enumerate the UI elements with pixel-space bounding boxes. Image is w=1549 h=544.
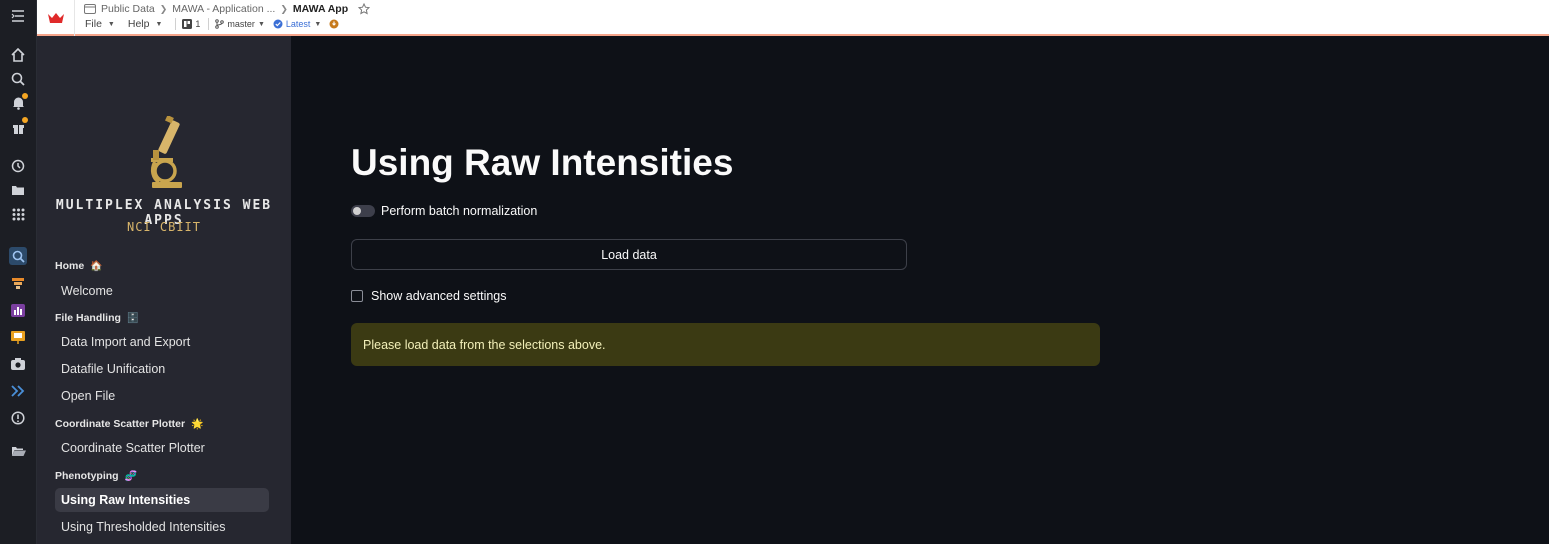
chevrons-tool-icon[interactable] — [9, 382, 27, 400]
star-burst-icon: 🌟 — [191, 418, 204, 430]
app-logo[interactable] — [37, 0, 75, 36]
file-menu-label: File — [85, 18, 102, 30]
chevron-right-icon: ❯ — [159, 3, 168, 14]
history-icon[interactable] — [9, 157, 27, 175]
version-label: Latest — [285, 19, 311, 29]
caret-down-icon: ▼ — [155, 20, 163, 28]
crown-logo-icon — [47, 13, 64, 23]
caret-down-icon: ▼ — [314, 20, 322, 28]
sidebar: MULTIPLEX ANALYSIS WEB APPS NCI CBIIT Ho… — [37, 36, 291, 544]
file-menu[interactable]: File ▼ — [85, 18, 115, 30]
fork-count-value: 1 — [195, 19, 201, 29]
file-cabinet-icon: 🗄️ — [126, 312, 140, 324]
page-title: Using Raw Intensities — [351, 142, 734, 183]
breadcrumb-public-data[interactable]: Public Data — [101, 3, 155, 15]
chart-tool-icon[interactable] — [9, 301, 27, 319]
breadcrumb-application[interactable]: MAWA - Application ... — [172, 3, 275, 15]
alert-circle-icon[interactable] — [9, 409, 27, 427]
breadcrumb: Public Data ❯ MAWA - Application ... ❯ M… — [84, 2, 371, 16]
zoom-tool-icon[interactable] — [9, 247, 27, 265]
filter-tool-icon[interactable] — [9, 274, 27, 292]
check-circle-icon — [273, 19, 283, 29]
star-icon[interactable] — [358, 3, 371, 15]
advanced-settings-checkbox[interactable] — [351, 290, 363, 302]
nav-item-open-file[interactable]: Open File — [55, 384, 269, 408]
nav-section-label: Home — [55, 260, 85, 272]
version-selector[interactable]: Latest ▼ — [273, 19, 321, 29]
nav-section-label: Phenotyping — [55, 470, 119, 482]
divider — [208, 18, 210, 30]
help-menu[interactable]: Help ▼ — [128, 18, 163, 30]
home-icon[interactable] — [9, 46, 27, 64]
checkbox-label: Show advanced settings — [371, 289, 507, 303]
nav-item-welcome[interactable]: Welcome — [55, 279, 269, 303]
notification-dot — [22, 117, 28, 123]
main-content: Using Raw Intensities Perform batch norm… — [291, 36, 1549, 544]
slideshow-tool-icon[interactable] — [9, 328, 27, 346]
fork-count[interactable]: 1 — [182, 19, 200, 29]
folder-icon[interactable] — [9, 181, 27, 199]
help-menu-label: Help — [127, 18, 150, 30]
nav-item-coordinate-scatter-plotter[interactable]: Coordinate Scatter Plotter — [55, 436, 269, 460]
top-bar: Public Data ❯ MAWA - Application ... ❯ M… — [37, 0, 1549, 36]
branch-name: master — [227, 19, 255, 29]
nav-item-data-import-export[interactable]: Data Import and Export — [55, 330, 269, 354]
house-icon: 🏠 — [90, 260, 103, 272]
dna-icon: 🧬 — [124, 470, 138, 482]
divider — [175, 18, 177, 30]
nav-section-coordinate-scatter: Coordinate Scatter Plotter 🌟 — [55, 418, 204, 430]
nav-item-datafile-unification[interactable]: Datafile Unification — [55, 357, 269, 381]
icon-rail — [0, 0, 37, 544]
nav-section-file-handling: File Handling 🗄️ — [55, 312, 139, 324]
batch-normalization-toggle[interactable] — [351, 205, 375, 217]
bell-icon[interactable] — [9, 93, 28, 112]
nav-section-home: Home 🏠 — [55, 260, 103, 272]
nav-section-label: File Handling — [55, 312, 121, 324]
open-folder-icon[interactable] — [9, 442, 27, 460]
advanced-settings-row[interactable]: Show advanced settings — [351, 289, 507, 303]
menu-bar: File ▼ Help ▼ 1 master ▼ Latest ▼ — [85, 17, 339, 31]
microscope-logo-icon — [37, 115, 291, 197]
nav-item-using-thresholded-intensities[interactable]: Using Thresholded Intensities — [55, 515, 269, 539]
warning-alert: Please load data from the selections abo… — [351, 323, 1100, 366]
load-data-button[interactable]: Load data — [351, 239, 907, 270]
nav-section-label: Coordinate Scatter Plotter — [55, 418, 186, 430]
status-icon[interactable] — [329, 19, 339, 29]
nav-item-using-raw-intensities[interactable]: Using Raw Intensities — [55, 488, 269, 512]
branch-selector[interactable]: master ▼ — [215, 19, 265, 29]
caret-down-icon: ▼ — [257, 20, 265, 28]
gift-icon[interactable] — [9, 117, 28, 136]
apps-grid-icon[interactable] — [9, 205, 27, 223]
camera-tool-icon[interactable] — [9, 355, 27, 373]
batch-normalization-toggle-row[interactable]: Perform batch normalization — [351, 204, 537, 218]
nav-section-phenotyping: Phenotyping 🧬 — [55, 470, 137, 482]
notification-dot — [22, 93, 28, 99]
chevron-right-icon: ❯ — [280, 3, 288, 14]
warning-text: Please load data from the selections abo… — [363, 337, 606, 352]
branch-icon — [215, 19, 225, 29]
toggle-label: Perform batch normalization — [381, 204, 538, 218]
caret-down-icon: ▼ — [107, 20, 115, 28]
menu-icon[interactable] — [9, 7, 27, 25]
fork-icon — [182, 19, 193, 29]
project-icon — [84, 4, 96, 14]
brand-subtitle: NCI CBIIT — [126, 220, 202, 234]
breadcrumb-current: MAWA App — [292, 3, 349, 15]
search-icon[interactable] — [9, 70, 27, 88]
